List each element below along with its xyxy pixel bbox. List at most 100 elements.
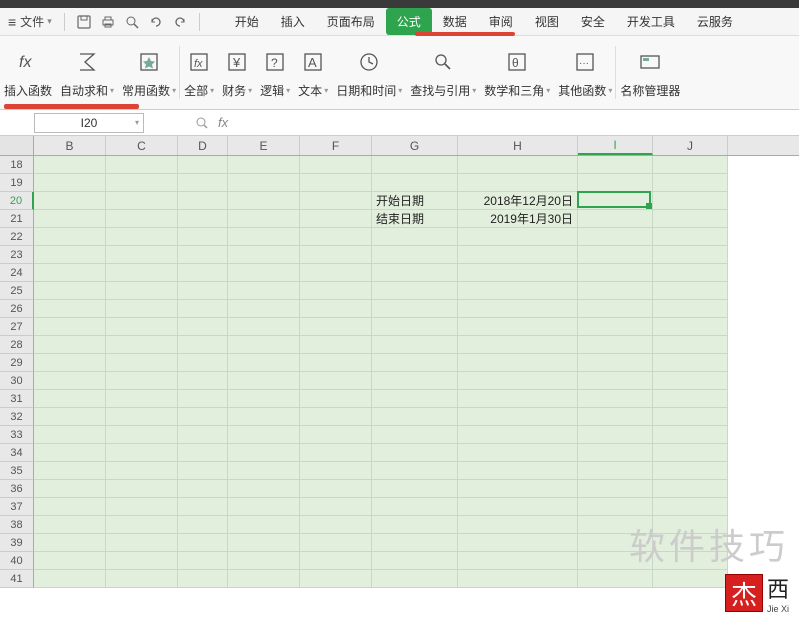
cell-E26[interactable] [228,300,300,318]
tab-视图[interactable]: 视图 [524,8,570,35]
cell-J23[interactable] [653,246,728,264]
col-header-C[interactable]: C [106,136,178,155]
cell-D27[interactable] [178,318,228,336]
cell-F24[interactable] [300,264,372,282]
cell-D36[interactable] [178,480,228,498]
cell-E41[interactable] [228,570,300,588]
cell-G18[interactable] [372,156,458,174]
tab-审阅[interactable]: 审阅 [478,8,524,35]
cell-G38[interactable] [372,516,458,534]
cell-H24[interactable] [458,264,578,282]
cell-J34[interactable] [653,444,728,462]
cell-E21[interactable] [228,210,300,228]
cell-E39[interactable] [228,534,300,552]
cell-F39[interactable] [300,534,372,552]
cell-D23[interactable] [178,246,228,264]
cell-B36[interactable] [34,480,106,498]
cell-J19[interactable] [653,174,728,192]
cell-J27[interactable] [653,318,728,336]
cell-E35[interactable] [228,462,300,480]
cell-H23[interactable] [458,246,578,264]
cell-G29[interactable] [372,354,458,372]
cell-G33[interactable] [372,426,458,444]
cell-D28[interactable] [178,336,228,354]
cell-C18[interactable] [106,156,178,174]
cell-E22[interactable] [228,228,300,246]
cell-C40[interactable] [106,552,178,570]
cell-C19[interactable] [106,174,178,192]
cell-H33[interactable] [458,426,578,444]
cell-D21[interactable] [178,210,228,228]
cell-G27[interactable] [372,318,458,336]
cell-I40[interactable] [578,552,653,570]
cell-F35[interactable] [300,462,372,480]
cell-C29[interactable] [106,354,178,372]
cell-I24[interactable] [578,264,653,282]
cell-H28[interactable] [458,336,578,354]
name-box[interactable]: I20 ▾ [34,113,144,133]
cell-B38[interactable] [34,516,106,534]
cell-E28[interactable] [228,336,300,354]
ribbon-日期和时间[interactable]: 日期和时间▾ [332,36,406,109]
cell-F32[interactable] [300,408,372,426]
cell-H20[interactable]: 2018年12月20日 [458,192,578,210]
cell-H29[interactable] [458,354,578,372]
cell-F28[interactable] [300,336,372,354]
cell-H35[interactable] [458,462,578,480]
cell-J40[interactable] [653,552,728,570]
cell-I31[interactable] [578,390,653,408]
cell-F29[interactable] [300,354,372,372]
cell-I33[interactable] [578,426,653,444]
cell-E33[interactable] [228,426,300,444]
cell-F18[interactable] [300,156,372,174]
cell-E40[interactable] [228,552,300,570]
cell-J38[interactable] [653,516,728,534]
cell-I39[interactable] [578,534,653,552]
cell-C36[interactable] [106,480,178,498]
cell-J30[interactable] [653,372,728,390]
cell-D39[interactable] [178,534,228,552]
cell-B20[interactable] [34,192,106,210]
cell-F23[interactable] [300,246,372,264]
ribbon-财务[interactable]: ¥ 财务▾ [218,36,256,109]
row-header-32[interactable]: 32 [0,408,34,426]
cell-J29[interactable] [653,354,728,372]
cell-H25[interactable] [458,282,578,300]
cell-C35[interactable] [106,462,178,480]
cell-D35[interactable] [178,462,228,480]
cell-I23[interactable] [578,246,653,264]
cell-G28[interactable] [372,336,458,354]
ribbon-自动求和[interactable]: 自动求和▾ [56,36,118,109]
cell-G34[interactable] [372,444,458,462]
cell-F19[interactable] [300,174,372,192]
cell-B25[interactable] [34,282,106,300]
cell-I38[interactable] [578,516,653,534]
cell-F21[interactable] [300,210,372,228]
cell-I28[interactable] [578,336,653,354]
cell-D33[interactable] [178,426,228,444]
cell-B18[interactable] [34,156,106,174]
ribbon-查找与引用[interactable]: 查找与引用▾ [406,36,480,109]
cell-E29[interactable] [228,354,300,372]
cell-B41[interactable] [34,570,106,588]
cell-I25[interactable] [578,282,653,300]
cell-I30[interactable] [578,372,653,390]
cell-B19[interactable] [34,174,106,192]
cell-E25[interactable] [228,282,300,300]
cell-E38[interactable] [228,516,300,534]
cell-C25[interactable] [106,282,178,300]
cell-E24[interactable] [228,264,300,282]
ribbon-插入函数[interactable]: fx 插入函数 [0,36,56,109]
cell-B40[interactable] [34,552,106,570]
cell-C26[interactable] [106,300,178,318]
tab-页面布局[interactable]: 页面布局 [316,8,386,35]
cell-I36[interactable] [578,480,653,498]
cell-F31[interactable] [300,390,372,408]
cell-I21[interactable] [578,210,653,228]
cell-I35[interactable] [578,462,653,480]
row-header-19[interactable]: 19 [0,174,34,192]
cell-H38[interactable] [458,516,578,534]
formula-bar[interactable]: fx [194,115,228,131]
cell-E20[interactable] [228,192,300,210]
row-header-20[interactable]: 20 [0,192,34,210]
